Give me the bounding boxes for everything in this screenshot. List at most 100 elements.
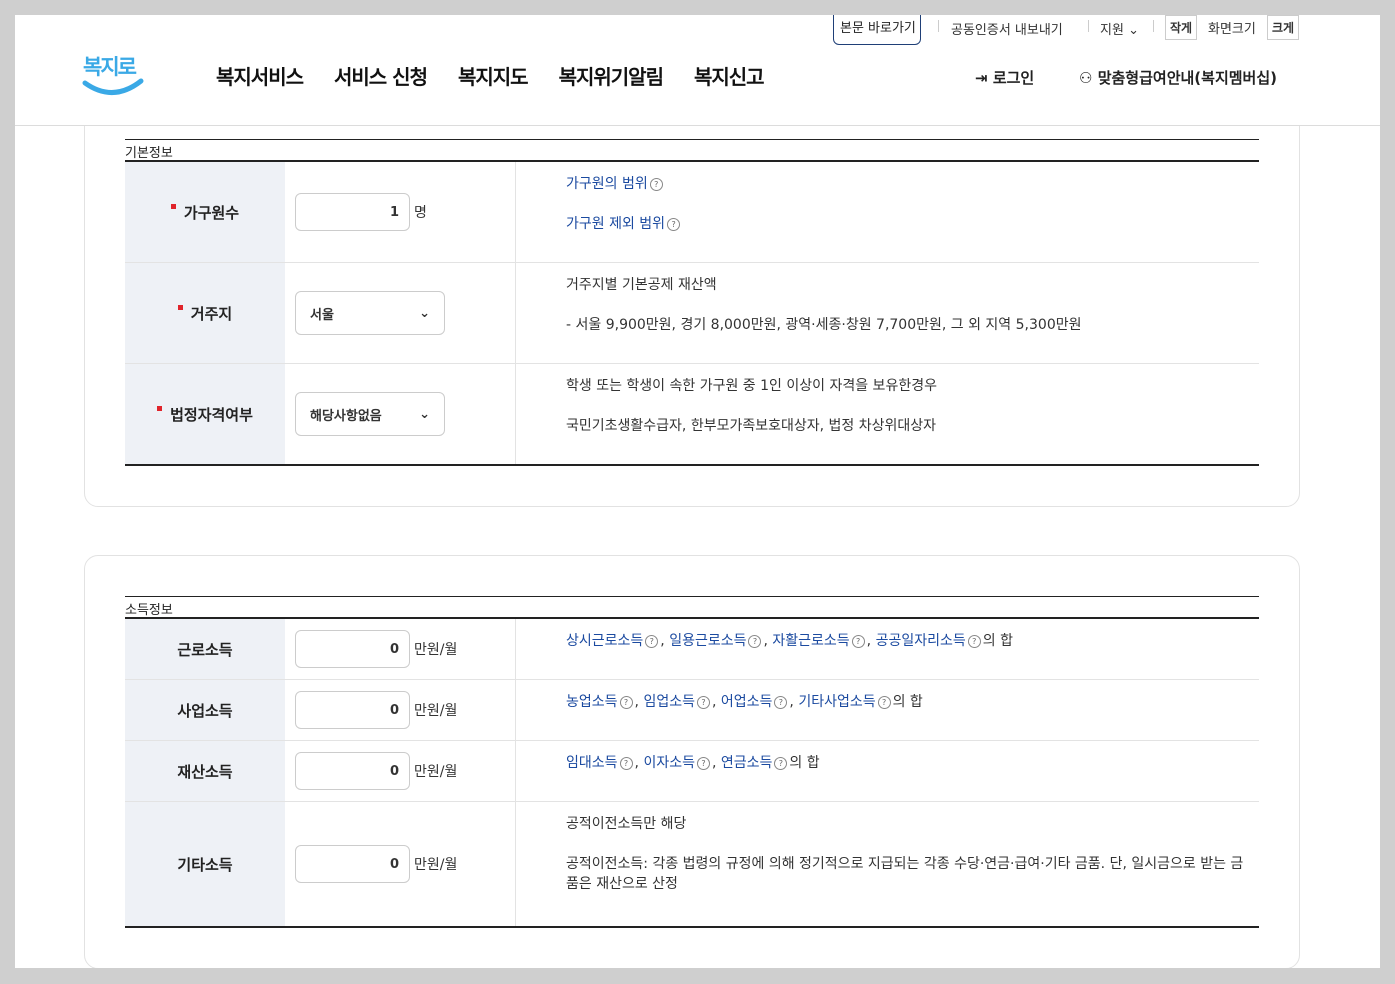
cert-export-link[interactable]: 공동인증서 내보내기 bbox=[951, 19, 1063, 38]
other-income-input[interactable]: 0 bbox=[295, 845, 410, 883]
household-desc: 가구원의 범위? 가구원 제외 범위? bbox=[516, 162, 1259, 262]
other-income-desc-1: 공적이전소득만 해당 bbox=[566, 816, 687, 832]
household-count-input[interactable]: 1 bbox=[295, 193, 410, 231]
other-income-row: 기타소득 0 만원/월 공적이전소득만 해당 공적이전소득: 각종 법령의 규정… bbox=[125, 802, 1259, 928]
qualification-label-text: 법정자격여부 bbox=[170, 405, 253, 424]
unit-label: 만원/월 bbox=[414, 703, 458, 719]
self-support-work-income-link[interactable]: 자활근로소득 bbox=[772, 633, 849, 649]
divider bbox=[1088, 20, 1089, 32]
income-info-card: 소득정보 근로소득 0 만원/월 상시근로소득?, 일용근로소득?, 자활근로소… bbox=[84, 555, 1300, 968]
pension-income-link[interactable]: 연금소득 bbox=[721, 755, 773, 771]
required-mark bbox=[157, 405, 163, 411]
rental-income-link[interactable]: 임대소득 bbox=[566, 755, 618, 771]
unit-label: 만원/월 bbox=[414, 642, 458, 658]
household-label: 가구원수 bbox=[125, 162, 285, 262]
chevron-down-icon: ⌄ bbox=[419, 305, 430, 321]
help-icon[interactable]: ? bbox=[696, 696, 710, 709]
help-icon[interactable]: ? bbox=[619, 757, 633, 770]
property-income-row: 재산소득 0 만원/월 임대소득?, 이자소득?, 연금소득? 의 합 bbox=[125, 741, 1259, 802]
membership-label: 맞춤형급여안내(복지멤버십) bbox=[1097, 69, 1277, 87]
household-unit: 명 bbox=[414, 205, 427, 221]
section-title: 소득정보 bbox=[125, 596, 1259, 619]
residence-select[interactable]: 서울 ⌄ bbox=[295, 291, 445, 335]
interest-income-link[interactable]: 이자소득 bbox=[643, 755, 695, 771]
other-income-desc-2: 공적이전소득: 각종 법령의 규정에 의해 정기적으로 지급되는 각종 수당·연… bbox=[566, 856, 1244, 892]
other-business-income-link[interactable]: 기타사업소득 bbox=[798, 694, 875, 710]
help-icon[interactable]: ? bbox=[645, 635, 659, 648]
help-icon[interactable]: ? bbox=[696, 757, 710, 770]
business-income-row: 사업소득 0 만원/월 농업소득?, 임업소득?, 어업소득?, 기타사업소득?… bbox=[125, 680, 1259, 741]
nav-welfare-report[interactable]: 복지신고 bbox=[694, 61, 765, 90]
required-mark bbox=[170, 203, 176, 209]
qualification-select[interactable]: 해당사항없음 ⌄ bbox=[295, 392, 445, 436]
regular-work-income-link[interactable]: 상시근로소득 bbox=[566, 633, 643, 649]
qualification-desc-1: 학생 또는 학생이 속한 가구원 중 1인 이상이 자격을 보유한경우 bbox=[566, 378, 937, 394]
property-income-input[interactable]: 0 bbox=[295, 752, 410, 790]
section-title: 기본정보 bbox=[125, 139, 1259, 162]
residence-selected-value: 서울 bbox=[310, 307, 334, 323]
help-icon[interactable]: ? bbox=[619, 696, 633, 709]
support-label: 지원 bbox=[1100, 23, 1124, 38]
help-icon[interactable]: ? bbox=[851, 635, 865, 648]
basic-info-section: 기본정보 가구원수 1 명 가구원의 범위? 가구원 제외 범위? 거주지 서울… bbox=[125, 139, 1259, 466]
qualification-selected-value: 해당사항없음 bbox=[310, 408, 382, 424]
qualification-desc: 학생 또는 학생이 속한 가구원 중 1인 이상이 자격을 보유한경우 국민기초… bbox=[516, 364, 1259, 464]
other-income-input-cell: 0 만원/월 bbox=[285, 802, 516, 926]
browser-window: 복지로 복지서비스 서비스 신청 복지지도 복지위기알림 복지신고 본문 바로가… bbox=[15, 15, 1380, 968]
other-income-desc: 공적이전소득만 해당 공적이전소득: 각종 법령의 규정에 의해 정기적으로 지… bbox=[516, 802, 1259, 926]
chevron-down-icon: ⌄ bbox=[1128, 23, 1139, 38]
nav-service-apply[interactable]: 서비스 신청 bbox=[334, 61, 428, 90]
sum-suffix: 의 합 bbox=[892, 694, 923, 710]
basic-info-card: 기본정보 가구원수 1 명 가구원의 범위? 가구원 제외 범위? 거주지 서울… bbox=[84, 61, 1300, 507]
logo-smile-icon bbox=[82, 78, 144, 95]
agriculture-income-link[interactable]: 농업소득 bbox=[566, 694, 618, 710]
household-exclusion-link[interactable]: 가구원 제외 범위 bbox=[566, 216, 665, 232]
font-small-button[interactable]: 작게 bbox=[1165, 15, 1198, 40]
help-icon[interactable]: ? bbox=[748, 635, 762, 648]
forestry-income-link[interactable]: 임업소득 bbox=[643, 694, 695, 710]
site-logo[interactable]: 복지로 bbox=[81, 51, 147, 101]
business-income-label: 사업소득 bbox=[125, 680, 285, 740]
site-header: 복지로 복지서비스 서비스 신청 복지지도 복지위기알림 복지신고 본문 바로가… bbox=[15, 15, 1380, 126]
help-icon[interactable]: ? bbox=[774, 696, 788, 709]
chevron-down-icon: ⌄ bbox=[419, 406, 430, 422]
household-input-cell: 1 명 bbox=[285, 162, 516, 262]
work-income-row: 근로소득 0 만원/월 상시근로소득?, 일용근로소득?, 자활근로소득?, 공… bbox=[125, 619, 1259, 680]
work-income-desc: 상시근로소득?, 일용근로소득?, 자활근로소득?, 공공일자리소득? 의 합 bbox=[566, 633, 1013, 649]
user-add-icon: ⚇ bbox=[1079, 69, 1093, 87]
nav-welfare-service[interactable]: 복지서비스 bbox=[216, 61, 304, 90]
work-income-label: 근로소득 bbox=[125, 619, 285, 679]
residence-desc: 거주지별 기본공제 재산액 - 서울 9,900만원, 경기 8,000만원, … bbox=[516, 263, 1259, 363]
qualification-label: 법정자격여부 bbox=[125, 364, 285, 464]
household-scope-link[interactable]: 가구원의 범위 bbox=[566, 176, 648, 192]
help-icon[interactable]: ? bbox=[877, 696, 891, 709]
residence-input-cell: 서울 ⌄ bbox=[285, 263, 516, 363]
work-income-input[interactable]: 0 bbox=[295, 630, 410, 668]
property-income-desc: 임대소득?, 이자소득?, 연금소득? 의 합 bbox=[566, 755, 820, 771]
residence-row: 거주지 서울 ⌄ 거주지별 기본공제 재산액 - 서울 9,900만원, 경기 8… bbox=[125, 263, 1259, 364]
qualification-desc-2: 국민기초생활수급자, 한부모가족보호대상자, 법정 차상위대상자 bbox=[566, 418, 937, 434]
other-income-label: 기타소득 bbox=[125, 802, 285, 926]
sum-suffix: 의 합 bbox=[982, 633, 1013, 649]
nav-welfare-map[interactable]: 복지지도 bbox=[458, 61, 529, 90]
daily-work-income-link[interactable]: 일용근로소득 bbox=[669, 633, 746, 649]
help-icon[interactable]: ? bbox=[649, 178, 663, 191]
property-income-input-cell: 0 만원/월 bbox=[285, 741, 516, 801]
login-link[interactable]: ⇥ 로그인 bbox=[975, 67, 1034, 88]
divider bbox=[1153, 20, 1154, 32]
required-mark bbox=[177, 304, 183, 310]
public-job-income-link[interactable]: 공공일자리소득 bbox=[876, 633, 966, 649]
nav-crisis-alert[interactable]: 복지위기알림 bbox=[559, 61, 664, 90]
help-icon[interactable]: ? bbox=[774, 757, 788, 770]
membership-link[interactable]: ⚇ 맞춤형급여안내(복지멤버십) bbox=[1079, 67, 1277, 88]
help-icon[interactable]: ? bbox=[667, 218, 681, 231]
login-label: 로그인 bbox=[992, 69, 1035, 87]
business-income-input[interactable]: 0 bbox=[295, 691, 410, 729]
font-large-button[interactable]: 크게 bbox=[1267, 15, 1300, 40]
font-size-label: 화면크기 bbox=[1208, 22, 1256, 37]
help-icon[interactable]: ? bbox=[967, 635, 981, 648]
fishery-income-link[interactable]: 어업소득 bbox=[721, 694, 773, 710]
support-dropdown[interactable]: 지원 ⌄ bbox=[1100, 19, 1139, 38]
skip-to-content-link[interactable]: 본문 바로가기 bbox=[833, 15, 921, 45]
qualification-row: 법정자격여부 해당사항없음 ⌄ 학생 또는 학생이 속한 가구원 중 1인 이상이… bbox=[125, 364, 1259, 466]
